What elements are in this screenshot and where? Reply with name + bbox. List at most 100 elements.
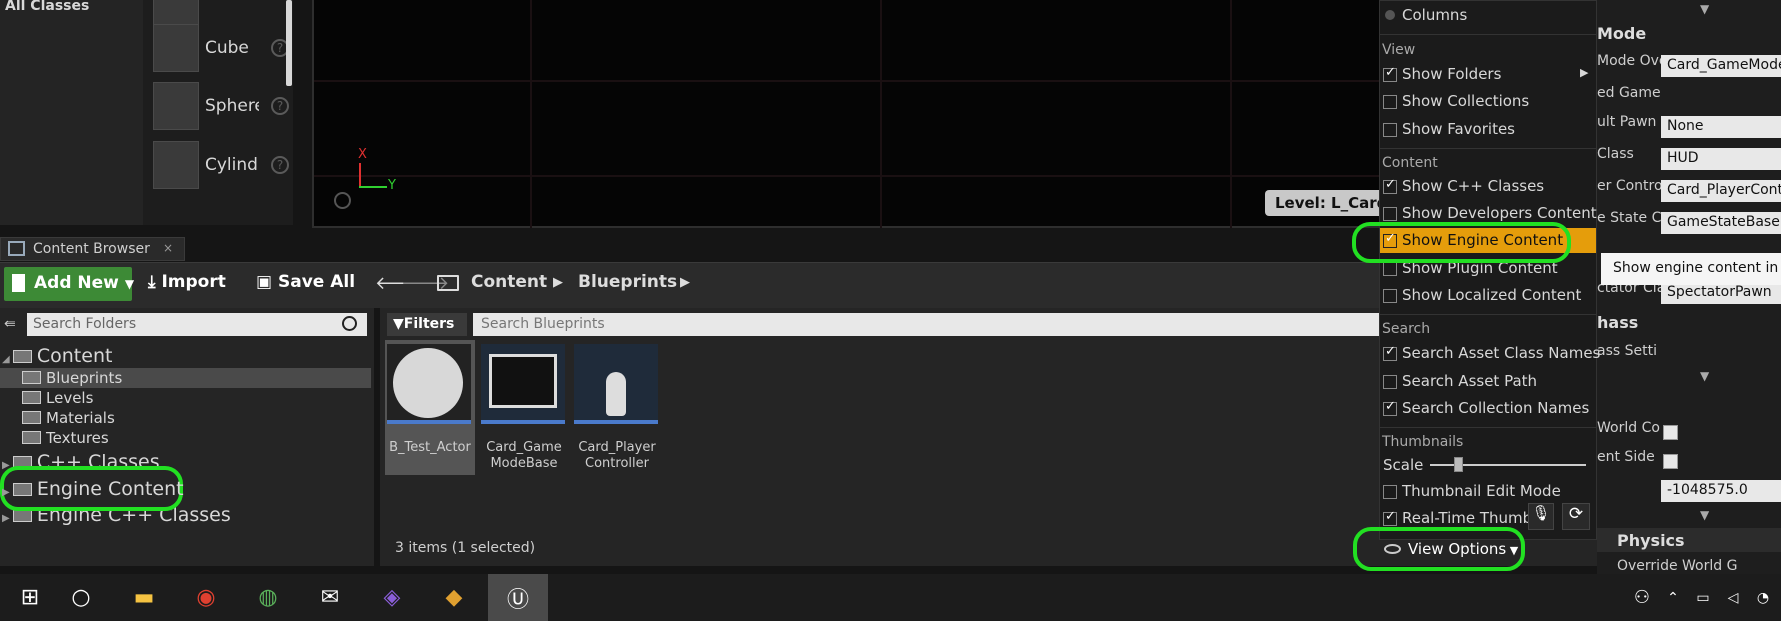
network-icon[interactable]: ◔: [1748, 574, 1778, 621]
checkbox[interactable]: [1383, 177, 1397, 194]
tree-label: Engine Content: [36, 478, 184, 500]
client-side-checkbox[interactable]: [1663, 454, 1678, 469]
menu-header-thumbnails: Thumbnails: [1382, 434, 1464, 450]
checkbox[interactable]: [1383, 207, 1397, 221]
menu-label: Real-Time Thumbn: [1402, 509, 1542, 527]
unreal-engine-icon[interactable]: Ⓤ: [488, 574, 548, 621]
checkbox[interactable]: [1383, 399, 1397, 416]
checkbox[interactable]: [1383, 95, 1397, 109]
bullet-icon: [1385, 10, 1395, 20]
menu-item-show-folders[interactable]: Show Folders ▶: [1380, 62, 1596, 87]
asset-tile[interactable]: Card_Player Controller: [572, 340, 662, 475]
breadcrumb-content[interactable]: Content: [471, 272, 547, 292]
asset-tile[interactable]: Card_Game ModeBase: [479, 340, 569, 475]
import-button[interactable]: ⤓ Import: [148, 272, 226, 292]
git-client-icon[interactable]: ◆: [424, 574, 484, 621]
menu-item-thumbnail-edit-mode[interactable]: Thumbnail Edit Mode: [1380, 479, 1596, 504]
asset-name: Card_Player Controller: [578, 440, 656, 471]
cortana-search-icon[interactable]: ○: [51, 574, 111, 621]
visual-studio-icon[interactable]: ◈: [362, 574, 422, 621]
all-classes-label[interactable]: All Classes: [5, 0, 89, 14]
kill-z-input[interactable]: -1048575.0: [1661, 480, 1781, 502]
gamemode-override-select[interactable]: Card_GameModeB: [1661, 55, 1781, 77]
browser-globe-icon[interactable]: ◍: [238, 574, 298, 621]
axis-x-label: X: [358, 147, 367, 162]
chevron-up-icon[interactable]: ⌃: [1658, 574, 1688, 621]
menu-label: Search Asset Class Names: [1402, 344, 1601, 362]
menu-item-search-asset-path[interactable]: Search Asset Path: [1380, 369, 1596, 394]
menu-label: Show Folders: [1402, 65, 1502, 83]
section-physics[interactable]: Physics: [1597, 528, 1781, 552]
checkbox[interactable]: [1383, 262, 1397, 276]
place-list-scrollbar[interactable]: [286, 0, 292, 86]
filters-button[interactable]: ▼Filters: [387, 313, 467, 336]
import-label: Import: [161, 272, 226, 292]
collapse-sources-icon[interactable]: ⇚: [4, 316, 16, 332]
menu-item-show-collections[interactable]: Show Collections: [1380, 89, 1596, 114]
menu-item-show-localized-content[interactable]: Show Localized Content: [1380, 283, 1596, 308]
menu-item-columns[interactable]: Columns: [1380, 3, 1596, 28]
search-icon[interactable]: [342, 316, 357, 331]
volume-icon[interactable]: ◁: [1718, 574, 1748, 621]
help-icon[interactable]: ?: [271, 97, 289, 115]
mail-icon[interactable]: ✉: [300, 574, 360, 621]
search-assets-input[interactable]: Search Blueprints: [473, 313, 1383, 336]
hud-class-select[interactable]: HUD: [1661, 148, 1781, 170]
kill-z-row: -1048575.0: [1597, 478, 1781, 504]
filters-label: Filters: [403, 316, 455, 332]
checkbox[interactable]: [1383, 509, 1397, 526]
chevron-down-icon[interactable]: ▼: [1700, 369, 1709, 383]
menu-separator: [1380, 427, 1596, 428]
battery-icon[interactable]: ▭: [1688, 574, 1718, 621]
tree-item-engine-content[interactable]: ▶ Engine Content: [2, 478, 184, 500]
menu-header-search: Search: [1382, 321, 1431, 337]
place-item-sphere[interactable]: Sphere ?: [153, 82, 293, 138]
help-icon[interactable]: ?: [271, 156, 289, 174]
player-controller-select[interactable]: Card_PlayerContr: [1661, 180, 1781, 202]
tree-item-textures[interactable]: Textures: [22, 429, 109, 447]
microphone-icon[interactable]: 🎙: [1528, 503, 1554, 530]
menu-item-show-favorites[interactable]: Show Favorites: [1380, 117, 1596, 142]
content-browser-tab[interactable]: Content Browser ×: [0, 237, 185, 261]
section-class[interactable]: hass: [1597, 313, 1638, 332]
tree-item-materials[interactable]: Materials: [22, 409, 115, 427]
chevron-down-icon[interactable]: ▼: [1700, 2, 1709, 16]
close-icon[interactable]: ×: [163, 241, 173, 255]
game-state-select[interactable]: GameStateBase: [1661, 212, 1781, 234]
place-item-cylinder[interactable]: Cylind ?: [153, 141, 293, 197]
refresh-icon[interactable]: ⟳: [1562, 503, 1590, 530]
checkbox[interactable]: [1383, 65, 1397, 82]
add-new-button[interactable]: Add New ▼: [4, 267, 134, 301]
menu-item-search-collection-names[interactable]: Search Collection Names: [1380, 396, 1596, 421]
world-composition-checkbox[interactable]: [1663, 425, 1678, 440]
breadcrumb-blueprints[interactable]: Blueprints: [578, 272, 677, 292]
checkbox[interactable]: [1383, 375, 1397, 389]
search-folders-input[interactable]: Search Folders: [27, 313, 367, 336]
save-all-button[interactable]: ▣ Save All: [256, 272, 355, 292]
checkbox[interactable]: [1383, 289, 1397, 303]
tree-item-blueprints[interactable]: Blueprints: [22, 369, 122, 387]
tree-item-content[interactable]: ◢ Content: [2, 345, 112, 367]
new-file-icon: [12, 274, 25, 292]
file-explorer-icon[interactable]: ▬: [114, 574, 174, 621]
place-item-cube[interactable]: Cube ?: [153, 24, 293, 80]
breadcrumb-separator-icon[interactable]: ▶: [553, 275, 563, 290]
chrome-icon[interactable]: ◉: [176, 574, 236, 621]
checkbox[interactable]: [1383, 123, 1397, 137]
help-icon[interactable]: [334, 192, 351, 209]
menu-item-search-asset-class-names[interactable]: Search Asset Class Names: [1380, 341, 1600, 366]
chevron-down-icon[interactable]: ▼: [1700, 508, 1709, 522]
tree-label: Textures: [46, 429, 109, 447]
tree-item-levels[interactable]: Levels: [22, 389, 93, 407]
checkbox[interactable]: [1383, 485, 1397, 499]
checkbox[interactable]: [1383, 344, 1397, 361]
default-pawn-select[interactable]: None: [1661, 116, 1781, 138]
spectator-class-select[interactable]: SpectatorPawn: [1661, 282, 1781, 304]
level-label: Level: L_Card_: [1265, 190, 1385, 216]
breadcrumb-separator-icon[interactable]: ▶: [680, 275, 690, 290]
level-viewport[interactable]: X Y: [312, 0, 1384, 228]
scale-slider-handle[interactable]: [1453, 457, 1463, 472]
asset-tile[interactable]: B_Test_Actor: [385, 340, 475, 475]
section-mode[interactable]: Mode: [1597, 24, 1646, 43]
menu-item-show-cpp-classes[interactable]: Show C++ Classes: [1380, 174, 1596, 199]
